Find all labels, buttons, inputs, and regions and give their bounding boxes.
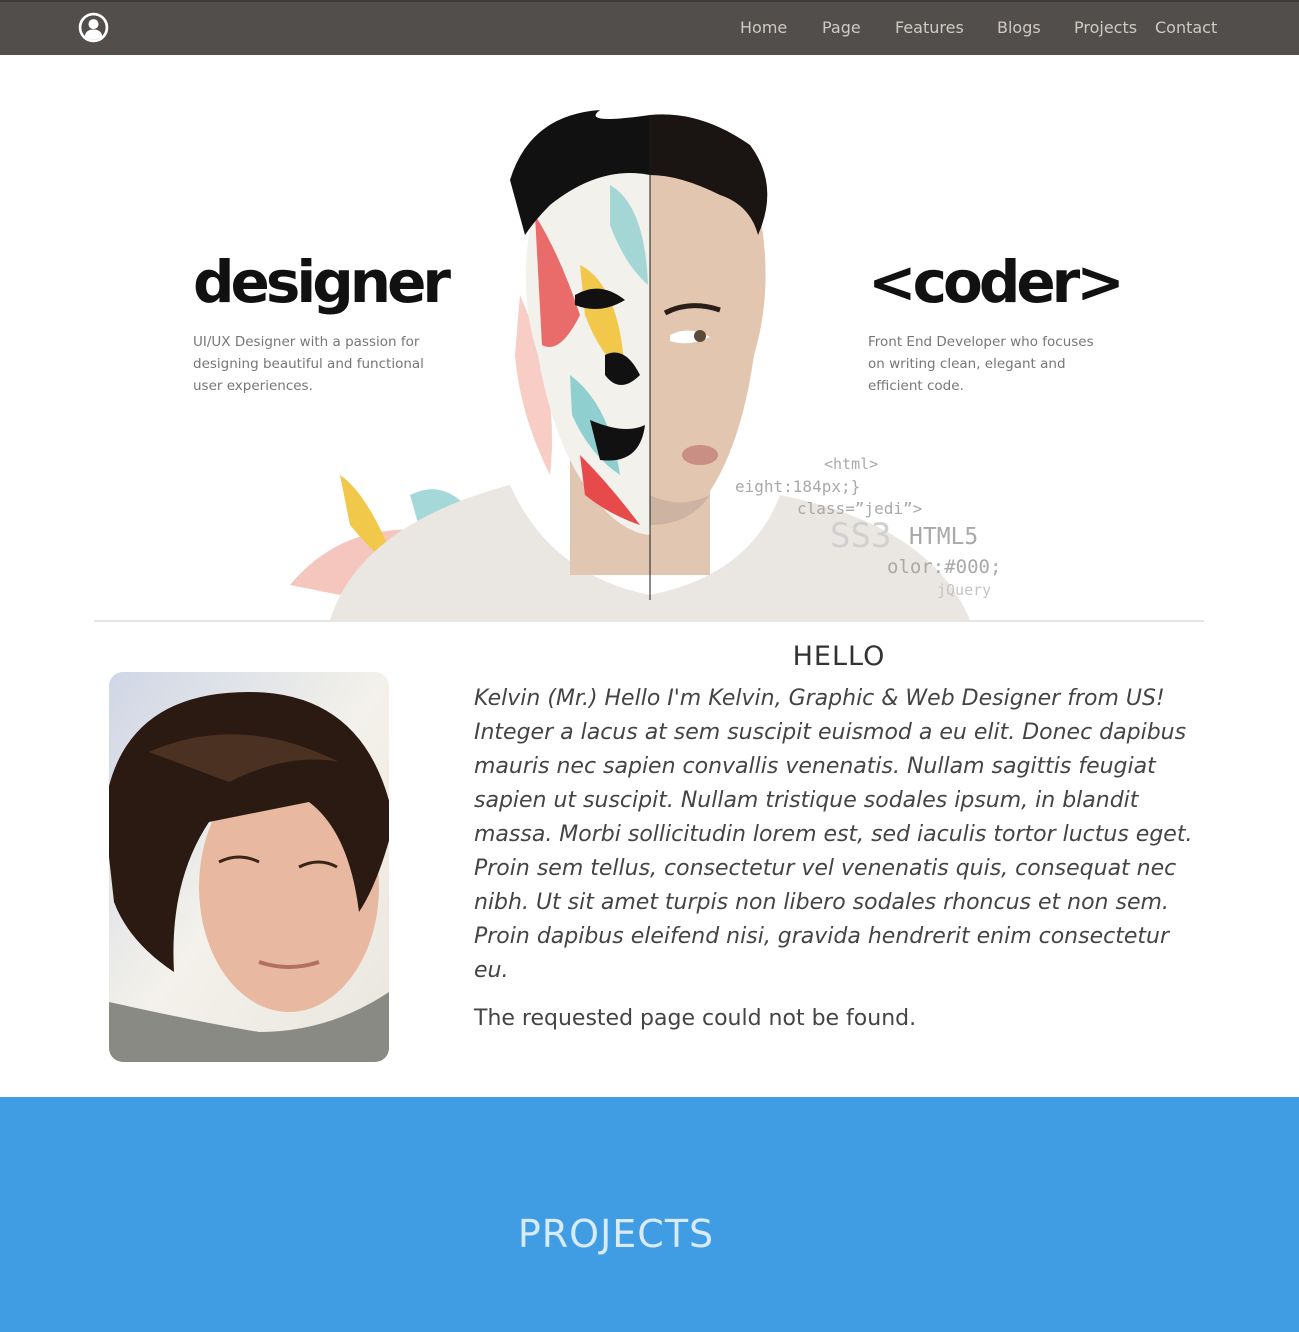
code-snippet: olor:#000;	[887, 556, 1002, 578]
nav-features[interactable]: Features	[895, 18, 964, 37]
navbar: Home Page Features Blogs Projects Contac…	[0, 0, 1299, 55]
code-snippet: <html>	[824, 455, 879, 473]
profile-photo	[109, 672, 389, 1062]
designer-title: designer	[193, 248, 451, 316]
bio-paragraph: Kelvin (Mr.) Hello I'm Kelvin, Graphic &…	[474, 686, 1193, 983]
code-snippet: jQuery	[937, 581, 992, 599]
projects-section: PROJECTS	[0, 1097, 1299, 1332]
nav-contact[interactable]: Contact	[1155, 18, 1217, 37]
code-snippet: HTML5	[909, 524, 979, 550]
code-snippet: SS3	[830, 516, 892, 556]
coder-description: Front End Developer who focuses on writi…	[868, 334, 1094, 394]
section-divider	[94, 620, 1204, 622]
hello-heading: HELLO	[792, 641, 886, 672]
designer-description: UI/UX Designer with a passion for design…	[193, 334, 424, 394]
nav-blogs[interactable]: Blogs	[997, 18, 1041, 37]
nav-page[interactable]: Page	[822, 18, 861, 37]
user-avatar-icon[interactable]	[78, 12, 109, 43]
nav-projects[interactable]: Projects	[1074, 18, 1137, 37]
projects-heading: PROJECTS	[517, 1212, 715, 1256]
coder-title: <coder>	[868, 248, 1125, 316]
not-found-message: The requested page could not be found.	[474, 1006, 917, 1031]
nav-home[interactable]: Home	[740, 18, 787, 37]
code-snippet: eight:184px;}	[735, 477, 861, 496]
